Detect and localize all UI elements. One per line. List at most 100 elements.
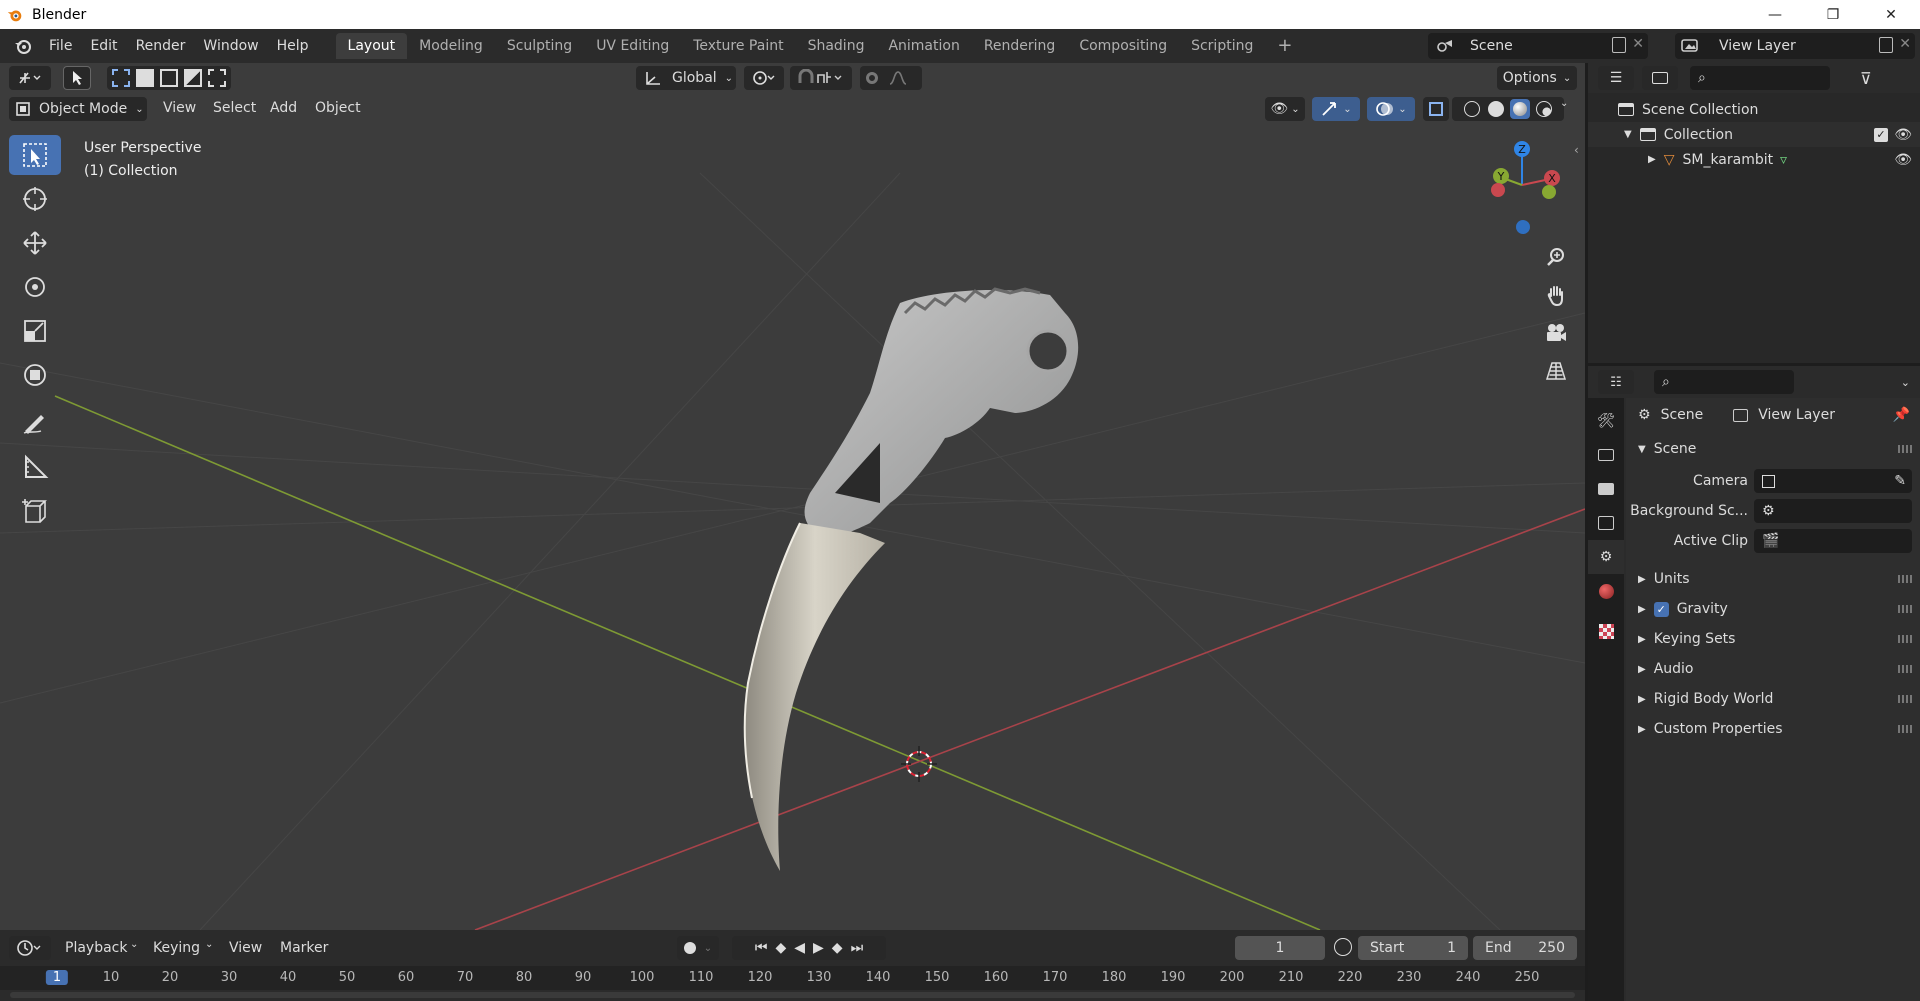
- editor-type-button[interactable]: [9, 66, 51, 90]
- select-subtract-icon[interactable]: [160, 69, 178, 87]
- tab-compositing[interactable]: Compositing: [1067, 33, 1179, 59]
- timeline-scrollbar[interactable]: [10, 992, 1575, 998]
- tab-rendering[interactable]: Rendering: [972, 33, 1068, 59]
- auto-keying-button[interactable]: ⌄: [677, 936, 719, 960]
- chevron-down-icon[interactable]: ⌄: [1901, 376, 1910, 389]
- active-clip-field[interactable]: 🎬: [1754, 529, 1912, 553]
- frame-end-field[interactable]: End 250: [1473, 936, 1577, 960]
- rendered-shading-icon[interactable]: [1536, 101, 1552, 117]
- pan-button[interactable]: [1540, 279, 1572, 311]
- units-panel-header[interactable]: ▶ Units: [1626, 564, 1920, 594]
- rotate-tool[interactable]: [9, 267, 61, 307]
- menu-render[interactable]: Render: [127, 38, 195, 54]
- tool-tab[interactable]: 🛠: [1588, 404, 1624, 438]
- tab-uv-editing[interactable]: UV Editing: [584, 33, 681, 59]
- perspective-toggle-button[interactable]: [1540, 355, 1572, 387]
- snap-increment-icon[interactable]: [816, 69, 846, 87]
- pivot-point-dropdown[interactable]: [744, 66, 784, 90]
- 3d-viewport[interactable]: Global ⌄ Options ⌄ Object Mode ⌄ View Se…: [0, 63, 1585, 930]
- expand-arrow-icon[interactable]: ▼: [1624, 129, 1632, 140]
- 3d-cursor[interactable]: [901, 746, 937, 782]
- camera-field[interactable]: ✎: [1754, 469, 1912, 493]
- proportional-edit-icon[interactable]: [866, 72, 878, 84]
- scale-tool[interactable]: [9, 311, 61, 351]
- delete-scene-icon[interactable]: ✕: [1632, 36, 1644, 52]
- next-keyframe-icon[interactable]: ◆: [832, 940, 843, 956]
- view-layer-selector[interactable]: View Layer ✕: [1675, 33, 1915, 59]
- viewport-menu-object[interactable]: Object: [315, 100, 361, 116]
- drag-grip-icon[interactable]: [1898, 445, 1912, 453]
- scene-tab[interactable]: ⚙: [1588, 540, 1624, 574]
- close-button[interactable]: ✕: [1862, 0, 1920, 29]
- expand-arrow-icon[interactable]: ▶: [1648, 154, 1656, 165]
- timeline-menu-view[interactable]: View: [229, 940, 262, 956]
- solid-shading-icon[interactable]: [1488, 101, 1504, 117]
- select-intersect-icon[interactable]: [208, 69, 226, 87]
- shading-mode-group[interactable]: [1452, 97, 1564, 121]
- wireframe-shading-icon[interactable]: [1464, 101, 1480, 117]
- eyedropper-icon[interactable]: ✎: [1894, 473, 1906, 489]
- jump-start-icon[interactable]: ⏮: [755, 940, 768, 956]
- tab-animation[interactable]: Animation: [876, 33, 971, 59]
- outliner-row-collection[interactable]: ▼ Collection ✓ 👁: [1588, 122, 1920, 147]
- select-tool-button[interactable]: [63, 66, 91, 90]
- measure-tool[interactable]: [9, 447, 61, 487]
- custom-properties-panel-header[interactable]: ▶ Custom Properties: [1626, 714, 1920, 744]
- stopwatch-icon[interactable]: [1334, 938, 1352, 956]
- falloff-curve-icon[interactable]: [888, 69, 916, 87]
- minimize-button[interactable]: —: [1746, 0, 1804, 29]
- play-icon[interactable]: ▶: [813, 940, 824, 956]
- viewport-menu-add[interactable]: Add: [270, 100, 297, 116]
- zoom-button[interactable]: [1540, 241, 1572, 273]
- menu-help[interactable]: Help: [268, 38, 318, 54]
- view-layer-tab[interactable]: [1588, 506, 1624, 540]
- sidebar-toggle-chevron-icon[interactable]: ‹: [1574, 143, 1579, 157]
- outliner-search-field[interactable]: ⌕: [1690, 66, 1830, 90]
- drag-grip-icon[interactable]: [1898, 695, 1912, 703]
- scene-selector[interactable]: Scene ✕: [1428, 33, 1648, 59]
- snap-group[interactable]: [790, 66, 852, 90]
- visibility-dropdown[interactable]: 👁 ⌄: [1265, 97, 1305, 121]
- texture-tab[interactable]: [1588, 614, 1624, 648]
- current-frame-field[interactable]: 1: [1235, 936, 1325, 960]
- gravity-checkbox[interactable]: ✓: [1653, 601, 1669, 617]
- add-workspace-button[interactable]: +: [1265, 33, 1304, 59]
- output-tab[interactable]: [1588, 472, 1624, 506]
- viewport-menu-select[interactable]: Select: [213, 100, 256, 116]
- drag-grip-icon[interactable]: [1898, 635, 1912, 643]
- new-view-layer-icon[interactable]: [1879, 37, 1893, 53]
- display-mode-dropdown[interactable]: [1642, 66, 1678, 90]
- pin-icon[interactable]: 📌: [1893, 407, 1910, 423]
- tab-scripting[interactable]: Scripting: [1179, 33, 1265, 59]
- delete-view-layer-icon[interactable]: ✕: [1899, 36, 1911, 52]
- tab-layout[interactable]: Layout: [335, 33, 408, 59]
- blender-menu-icon[interactable]: [12, 36, 34, 56]
- viewport-menu-view[interactable]: View: [163, 100, 196, 116]
- select-mode-group[interactable]: [107, 66, 231, 90]
- select-extend-icon[interactable]: [136, 69, 154, 87]
- options-dropdown[interactable]: Options ⌄: [1497, 66, 1577, 90]
- timeline-editor-type-button[interactable]: [9, 936, 51, 960]
- scene-panel-header[interactable]: ▼ Scene: [1626, 434, 1920, 464]
- drag-grip-icon[interactable]: [1898, 665, 1912, 673]
- audio-panel-header[interactable]: ▶ Audio: [1626, 654, 1920, 684]
- timeline-menu-playback[interactable]: Playback: [65, 940, 127, 956]
- timeline-menu-marker[interactable]: Marker: [280, 940, 328, 956]
- tab-modeling[interactable]: Modeling: [407, 33, 495, 59]
- play-reverse-icon[interactable]: ◀: [794, 940, 805, 956]
- eye-icon[interactable]: 👁: [1894, 152, 1912, 168]
- menu-window[interactable]: Window: [194, 38, 267, 54]
- snap-magnet-icon[interactable]: [796, 69, 816, 87]
- annotate-tool[interactable]: [9, 403, 61, 443]
- gravity-panel-header[interactable]: ▶ ✓ Gravity: [1626, 594, 1920, 624]
- select-invert-icon[interactable]: [184, 69, 202, 87]
- jump-end-icon[interactable]: ⏭: [851, 940, 864, 956]
- frame-ruler[interactable]: 1 10 20 30 40 50 60 70 80 90 100 110 120…: [0, 966, 1585, 990]
- transform-tool[interactable]: [9, 355, 61, 395]
- ruler-current-frame[interactable]: 1: [45, 970, 69, 985]
- tab-shading[interactable]: Shading: [796, 33, 877, 59]
- filter-icon[interactable]: ⊽: [1860, 69, 1872, 88]
- menu-edit[interactable]: Edit: [81, 38, 126, 54]
- timeline-menu-keying[interactable]: Keying: [153, 940, 200, 956]
- select-new-icon[interactable]: [112, 69, 130, 87]
